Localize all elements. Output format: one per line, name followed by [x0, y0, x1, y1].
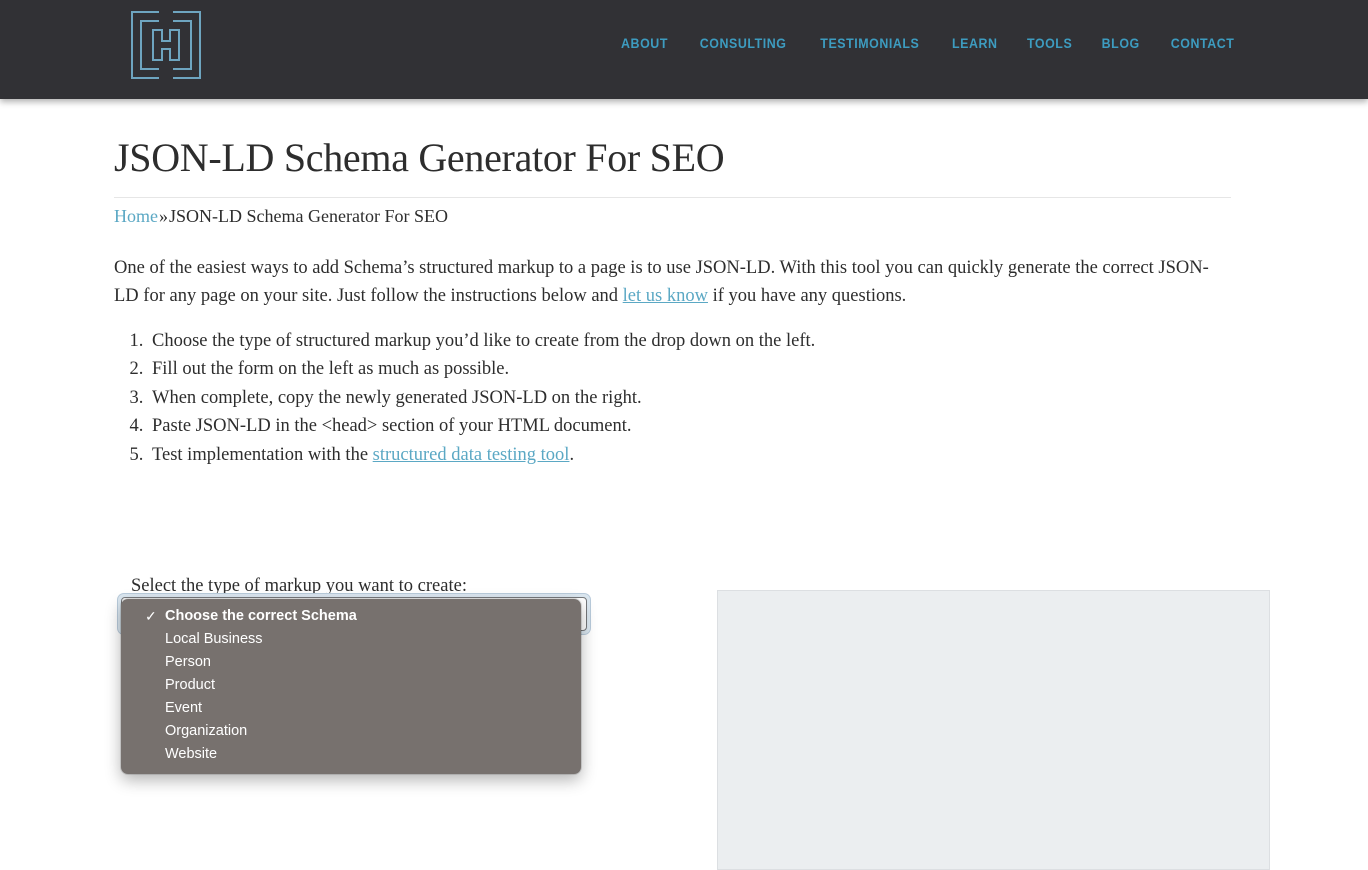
list-item: Choose the type of structured markup you… [148, 327, 815, 355]
dropdown-option-choose-the-correct-schema[interactable]: ✓ Choose the correct Schema [121, 605, 581, 628]
nav-link-learn[interactable]: LEARN [940, 36, 1009, 51]
dropdown-option-label: Person [165, 654, 211, 670]
dropdown-option-event[interactable]: Event [121, 697, 581, 720]
dropdown-option-label: Website [165, 746, 218, 762]
nav-link-contact[interactable]: CONTACT [1159, 36, 1247, 51]
dropdown-option-organization[interactable]: Organization [121, 720, 581, 743]
list-item: Fill out the form on the left as much as… [148, 355, 815, 383]
dropdown-option-label: Choose the correct Schema [165, 608, 357, 624]
site-header: ABOUT CONSULTING TESTIMONIALS LEARN TOOL… [0, 0, 1368, 99]
dropdown-option-label: Organization [165, 723, 248, 739]
step-text-prefix: Test implementation with the [152, 444, 373, 465]
json-ld-output-panel[interactable] [717, 590, 1270, 870]
intro-text-part2: if you have any questions. [707, 286, 907, 306]
nav-link-tools[interactable]: TOOLS [1015, 36, 1084, 51]
step-link-structured-data-testing-tool[interactable]: structured data testing tool [373, 445, 570, 465]
nav-link-about[interactable]: ABOUT [609, 36, 680, 51]
list-item: Paste JSON-LD in the <head> section of y… [148, 412, 815, 440]
intro-link-let-us-know[interactable]: let us know [623, 286, 708, 306]
schema-type-dropdown-menu[interactable]: ✓ Choose the correct Schema Local Busine… [121, 599, 581, 774]
page-title: JSON-LD Schema Generator For SEO [114, 135, 725, 180]
hierarchy-maze-logo-icon [131, 11, 201, 79]
dropdown-option-label: Local Business [165, 631, 263, 647]
list-item: When complete, copy the newly generated … [148, 384, 815, 412]
intro-paragraph: One of the easiest ways to add Schema’s … [114, 254, 1209, 310]
breadcrumb: Home»JSON-LD Schema Generator For SEO [114, 205, 448, 227]
step-text-suffix: . [569, 444, 575, 465]
dropdown-option-product[interactable]: Product [121, 674, 581, 697]
breadcrumb-link-home[interactable]: Home [114, 206, 158, 226]
dropdown-option-local-business[interactable]: Local Business [121, 628, 581, 651]
breadcrumb-separator: » [159, 206, 168, 226]
nav-link-testimonials[interactable]: TESTIMONIALS [808, 36, 931, 51]
nav-link-consulting[interactable]: CONSULTING [687, 36, 798, 51]
title-divider [114, 197, 1231, 198]
dropdown-option-website[interactable]: Website [121, 743, 581, 766]
step-text: Fill out the form on the left as much as… [152, 359, 510, 380]
step-text: When complete, copy the newly generated … [152, 387, 642, 408]
step-text: Choose the type of structured markup you… [152, 331, 816, 351]
dropdown-option-label: Product [165, 677, 215, 693]
dropdown-option-person[interactable]: Person [121, 651, 581, 674]
list-item: Test implementation with the structured … [148, 441, 815, 469]
check-icon: ✓ [145, 608, 157, 624]
site-logo[interactable] [129, 10, 203, 80]
main-navigation: ABOUT CONSULTING TESTIMONIALS LEARN TOOL… [606, 36, 1250, 51]
instruction-steps: Choose the type of structured markup you… [114, 327, 815, 469]
dropdown-option-label: Event [165, 700, 203, 716]
step-text: Paste JSON-LD in the <head> section of y… [152, 416, 632, 437]
breadcrumb-current: JSON-LD Schema Generator For SEO [169, 206, 448, 226]
nav-link-blog[interactable]: BLOG [1090, 36, 1152, 51]
